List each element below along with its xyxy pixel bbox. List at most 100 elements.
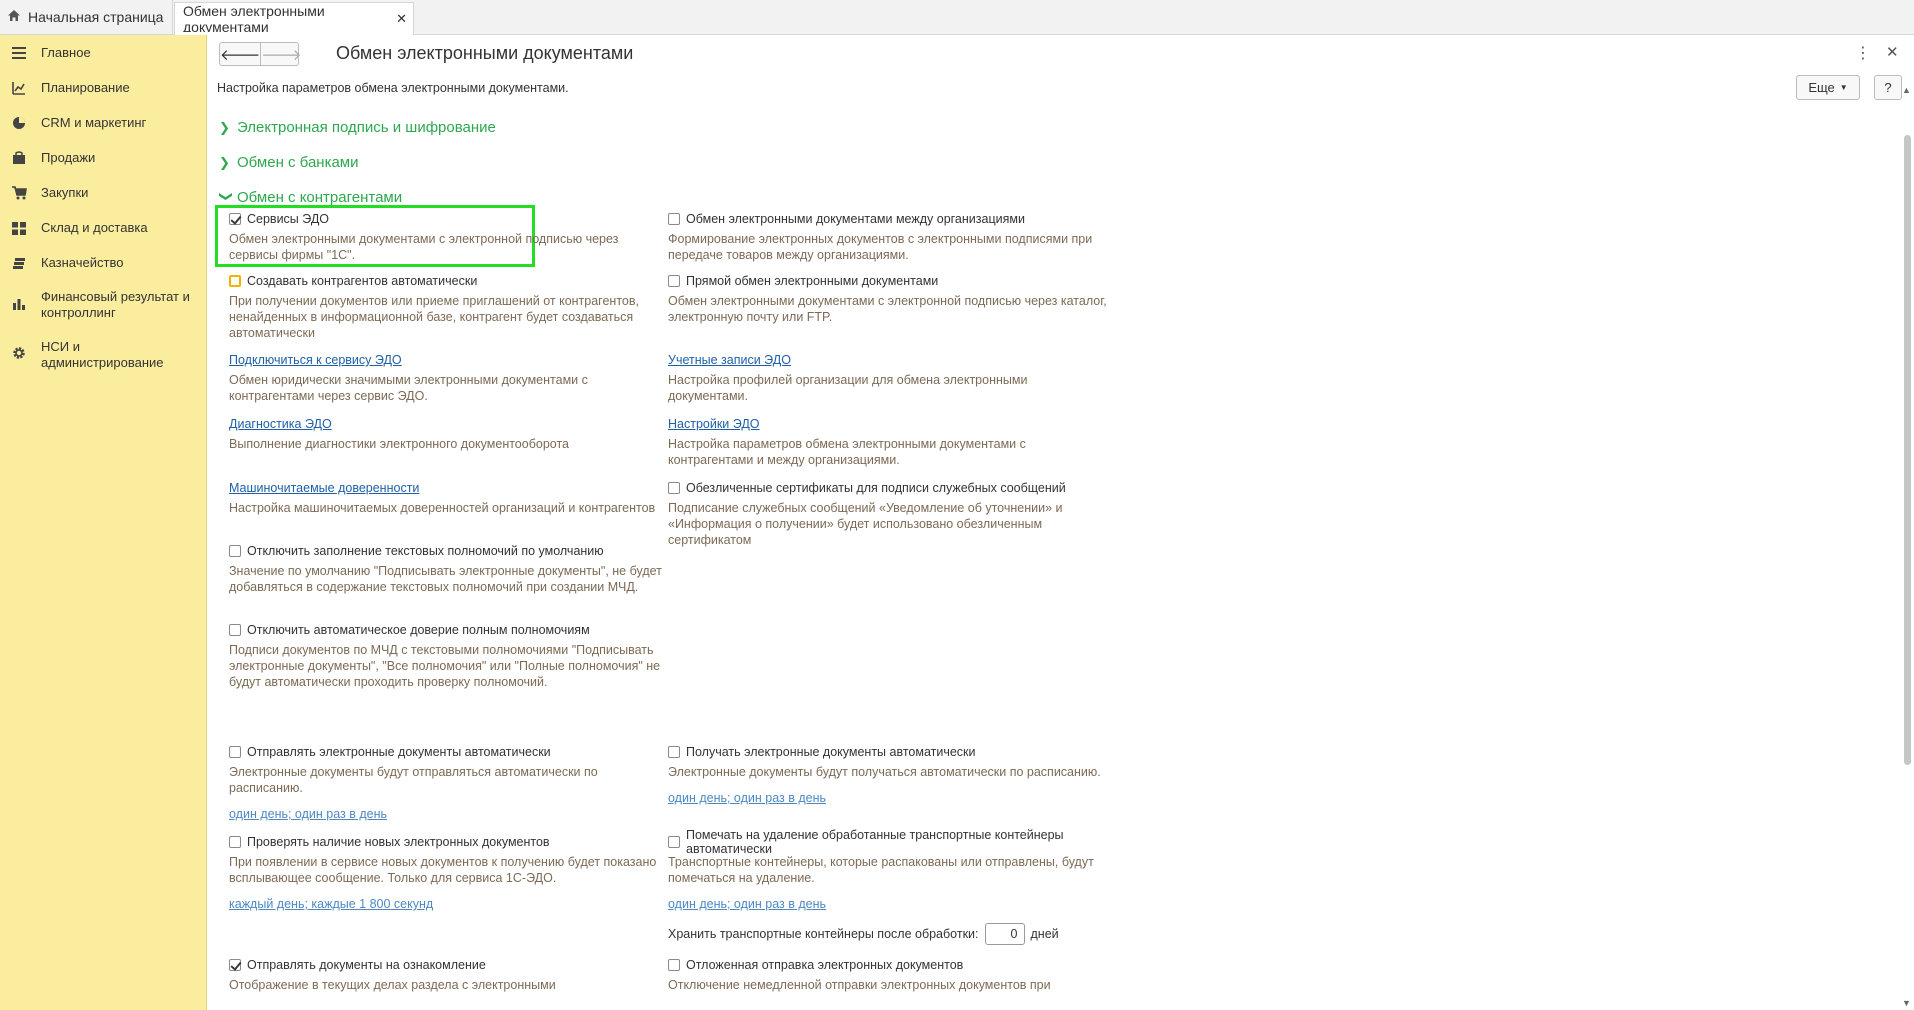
deferred-send-checkbox-row[interactable]: Отложенная отправка электронных документ… <box>668 957 1108 973</box>
sidebar-item-financial-result[interactable]: Финансовый результат и контроллинг <box>0 289 206 321</box>
vertical-scrollbar[interactable]: ▲ ▼ <box>1901 85 1914 1010</box>
sidebar-item-admin[interactable]: НСИ и администрирование <box>0 339 206 371</box>
setting-auto-counterparties: Создавать контрагентов автоматически При… <box>229 273 669 341</box>
setting-description: При появлении в сервисе новых документов… <box>229 855 657 885</box>
auto-counterparties-checkbox[interactable] <box>229 275 241 287</box>
setting-check-new: Проверять наличие новых электронных доку… <box>229 834 669 912</box>
setting-deferred-send: Отложенная отправка электронных документ… <box>668 957 1108 993</box>
group-label: Электронная подпись и шифрование <box>237 119 496 136</box>
machine-poa-link[interactable]: Машиночитаемые доверенности <box>229 480 669 496</box>
close-icon[interactable]: ✕ <box>1886 43 1899 61</box>
sidebar-item-label: Казначейство <box>41 255 124 270</box>
setting-send-review: Отправлять документы на ознакомление Ото… <box>229 957 669 993</box>
setting-mark-delete: Помечать на удаление обработанные трансп… <box>668 828 1108 912</box>
keep-days-input[interactable]: 0 <box>984 923 1025 945</box>
disable-text-powers-checkbox[interactable] <box>229 545 241 557</box>
page-subtitle: Настройка параметров обмена электронными… <box>217 81 569 95</box>
sidebar-item-main[interactable]: Главное <box>0 45 206 61</box>
setting-description: Обмен электронными документами с электро… <box>229 232 619 262</box>
receive-auto-checkbox[interactable] <box>668 746 680 758</box>
setting-connect-service: Подключиться к сервису ЭДО Обмен юридиче… <box>229 352 669 404</box>
between-orgs-checkbox-row[interactable]: Обмен электронными документами между орг… <box>668 211 1108 227</box>
coins-icon <box>10 255 28 271</box>
sidebar-item-crm[interactable]: CRM и маркетинг <box>0 115 206 131</box>
send-review-checkbox[interactable] <box>229 959 241 971</box>
sidebar-item-label: Планирование <box>41 80 130 95</box>
send-auto-checkbox-row[interactable]: Отправлять электронные документы автомат… <box>229 744 669 760</box>
sidebar-item-purchases[interactable]: Закупки <box>0 185 206 201</box>
group-counterparties[interactable]: ❯ Обмен с контрагентами <box>219 189 402 206</box>
sidebar: Главное Планирование CRM и маркетинг Про… <box>0 35 207 1010</box>
mark-delete-schedule-link[interactable]: один день; один раз в день <box>668 896 1108 912</box>
sidebar-item-warehouse[interactable]: Склад и доставка <box>0 220 206 236</box>
between-orgs-checkbox[interactable] <box>668 213 680 225</box>
receive-schedule-link[interactable]: один день; один раз в день <box>668 790 1108 806</box>
scroll-thumb[interactable] <box>1904 135 1911 765</box>
edo-settings-link[interactable]: Настройки ЭДО <box>668 416 1108 432</box>
setting-description: Транспортные контейнеры, которые распако… <box>668 855 1094 885</box>
send-review-checkbox-row[interactable]: Отправлять документы на ознакомление <box>229 957 669 973</box>
setting-description: Отображение в текущих делах раздела с эл… <box>229 978 556 992</box>
setting-label: Помечать на удаление обработанные трансп… <box>686 828 1064 856</box>
keep-containers-row: Хранить транспортные контейнеры после об… <box>668 923 1059 945</box>
setting-description: Электронные документы будут получаться а… <box>668 765 1101 779</box>
setting-description: Настройка профилей организации для обмен… <box>668 373 1028 403</box>
tab-edo-exchange[interactable]: Обмен электронными документами ✕ <box>174 2 414 35</box>
setting-description: Отключение немедленной отправки электрон… <box>668 978 1051 992</box>
edo-services-checkbox-row[interactable]: Сервисы ЭДО <box>229 211 669 227</box>
group-banks[interactable]: ❯ Обмен с банками <box>219 154 359 171</box>
setting-direct-exchange: Прямой обмен электронными документами Об… <box>668 273 1108 325</box>
forward-arrow-icon[interactable]: 🡒 <box>260 43 301 65</box>
gear-icon <box>10 345 28 361</box>
setting-diagnostics: Диагностика ЭДО Выполнение диагностики э… <box>229 416 669 452</box>
setting-description: Подписи документов по МЧД с текстовыми п… <box>229 643 661 689</box>
check-new-checkbox[interactable] <box>229 836 241 848</box>
send-auto-checkbox[interactable] <box>229 746 241 758</box>
page-title: Обмен электронными документами <box>336 43 634 63</box>
setting-label: Обезличенные сертификаты для подписи слу… <box>686 481 1066 495</box>
scroll-down-icon[interactable]: ▼ <box>1902 998 1911 1008</box>
home-icon <box>0 9 28 25</box>
sidebar-item-planning[interactable]: Планирование <box>0 80 206 96</box>
sidebar-item-sales[interactable]: Продажи <box>0 150 206 166</box>
disable-auto-trust-checkbox-row[interactable]: Отключить автоматическое доверие полным … <box>229 622 669 638</box>
setting-description: Формирование электронных документов с эл… <box>668 232 1093 262</box>
direct-exchange-checkbox-row[interactable]: Прямой обмен электронными документами <box>668 273 1108 289</box>
more-button[interactable]: Еще ▼ <box>1796 75 1860 100</box>
scroll-up-icon[interactable]: ▲ <box>1902 85 1911 95</box>
edo-accounts-link[interactable]: Учетные записи ЭДО <box>668 352 1108 368</box>
sidebar-item-label: Финансовый результат и контроллинг <box>41 289 190 320</box>
disable-auto-trust-checkbox[interactable] <box>229 624 241 636</box>
disable-text-powers-checkbox-row[interactable]: Отключить заполнение текстовых полномочи… <box>229 543 669 559</box>
mark-delete-checkbox-row[interactable]: Помечать на удаление обработанные трансп… <box>668 828 1108 856</box>
auto-counterparties-checkbox-row[interactable]: Создавать контрагентов автоматически <box>229 273 669 289</box>
impersonal-certs-checkbox[interactable] <box>668 482 680 494</box>
sidebar-item-treasury[interactable]: Казначейство <box>0 255 206 271</box>
cart-icon <box>10 185 28 201</box>
setting-edo-services: Сервисы ЭДО Обмен электронными документа… <box>229 211 669 263</box>
check-new-checkbox-row[interactable]: Проверять наличие новых электронных доку… <box>229 834 669 850</box>
check-schedule-link[interactable]: каждый день; каждые 1 800 секунд <box>229 896 669 912</box>
edo-services-checkbox[interactable] <box>229 213 241 225</box>
more-button-label: Еще <box>1808 80 1835 95</box>
deferred-send-checkbox[interactable] <box>668 959 680 971</box>
receive-auto-checkbox-row[interactable]: Получать электронные документы автоматич… <box>668 744 1108 760</box>
more-vertical-icon[interactable]: ⋮ <box>1855 43 1871 63</box>
direct-exchange-checkbox[interactable] <box>668 275 680 287</box>
group-signature-encryption[interactable]: ❯ Электронная подпись и шифрование <box>219 119 496 136</box>
tab-home[interactable]: Начальная страница <box>0 0 173 34</box>
help-button[interactable]: ? <box>1874 75 1902 100</box>
sidebar-item-label: Главное <box>41 45 91 60</box>
tab-close-icon[interactable]: ✕ <box>396 11 407 27</box>
mark-delete-checkbox[interactable] <box>668 836 680 848</box>
setting-description: Обмен юридически значимыми электронными … <box>229 373 588 403</box>
connect-edo-service-link[interactable]: Подключиться к сервису ЭДО <box>229 352 669 368</box>
back-arrow-icon[interactable]: 🡐 <box>220 43 260 65</box>
edo-diagnostics-link[interactable]: Диагностика ЭДО <box>229 416 669 432</box>
impersonal-certs-checkbox-row[interactable]: Обезличенные сертификаты для подписи слу… <box>668 480 1108 496</box>
setting-description: Настройка машиночитаемых доверенностей о… <box>229 501 656 515</box>
send-schedule-link[interactable]: один день; один раз в день <box>229 806 669 822</box>
history-nav: 🡐 🡒 <box>219 42 301 66</box>
setting-label: Отправлять документы на ознакомление <box>247 958 486 972</box>
dropdown-caret-icon: ▼ <box>1839 83 1848 92</box>
